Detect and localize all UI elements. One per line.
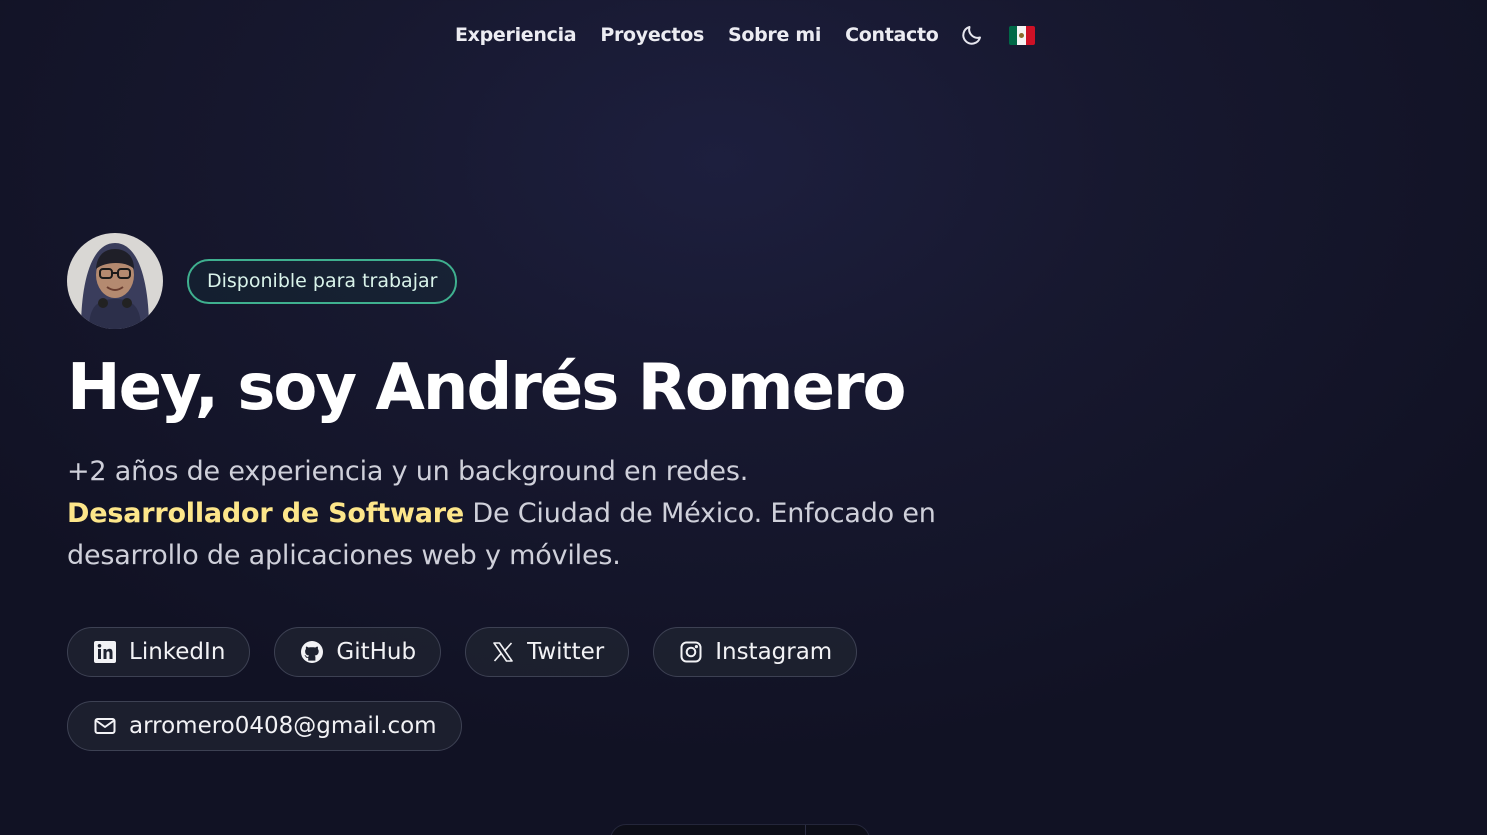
instagram-label: Instagram (715, 639, 833, 665)
twitter-button[interactable]: Twitter (465, 627, 630, 677)
bottom-floating-bar (610, 824, 870, 835)
avatar (67, 233, 163, 329)
linkedin-icon (92, 639, 118, 665)
twitter-label: Twitter (527, 639, 605, 665)
hero-description: +2 años de experiencia y un background e… (67, 451, 947, 577)
moon-icon[interactable] (959, 22, 985, 48)
top-navigation: Experiencia Proyectos Sobre mi Contacto (455, 21, 1035, 49)
nav-link-sobre-mi[interactable]: Sobre mi (728, 24, 821, 46)
mail-icon (92, 713, 118, 739)
social-links: LinkedIn GitHub Twitter Instagram arrome… (67, 627, 887, 775)
hero-header: Disponible para trabajar (67, 233, 947, 329)
github-icon (299, 639, 325, 665)
email-label: arromero0408@gmail.com (129, 713, 437, 739)
nav-link-contacto[interactable]: Contacto (845, 24, 939, 46)
github-button[interactable]: GitHub (274, 627, 442, 677)
x-twitter-icon (490, 639, 516, 665)
nav-link-experiencia[interactable]: Experiencia (455, 24, 577, 46)
description-highlight: Desarrollador de Software (67, 498, 464, 529)
divider (805, 825, 806, 835)
mexico-flag-icon[interactable] (1008, 25, 1035, 45)
instagram-button[interactable]: Instagram (653, 627, 858, 677)
nav-link-proyectos[interactable]: Proyectos (600, 24, 704, 46)
description-line-1: +2 años de experiencia y un background e… (67, 456, 749, 487)
page-title: Hey, soy Andrés Romero (67, 351, 907, 425)
github-label: GitHub (336, 639, 417, 665)
linkedin-label: LinkedIn (129, 639, 226, 665)
linkedin-button[interactable]: LinkedIn (67, 627, 251, 677)
hero-section: Disponible para trabajar Hey, soy Andrés… (67, 233, 947, 775)
instagram-icon (678, 639, 704, 665)
status-badge: Disponible para trabajar (187, 258, 458, 304)
email-button[interactable]: arromero0408@gmail.com (67, 701, 462, 751)
